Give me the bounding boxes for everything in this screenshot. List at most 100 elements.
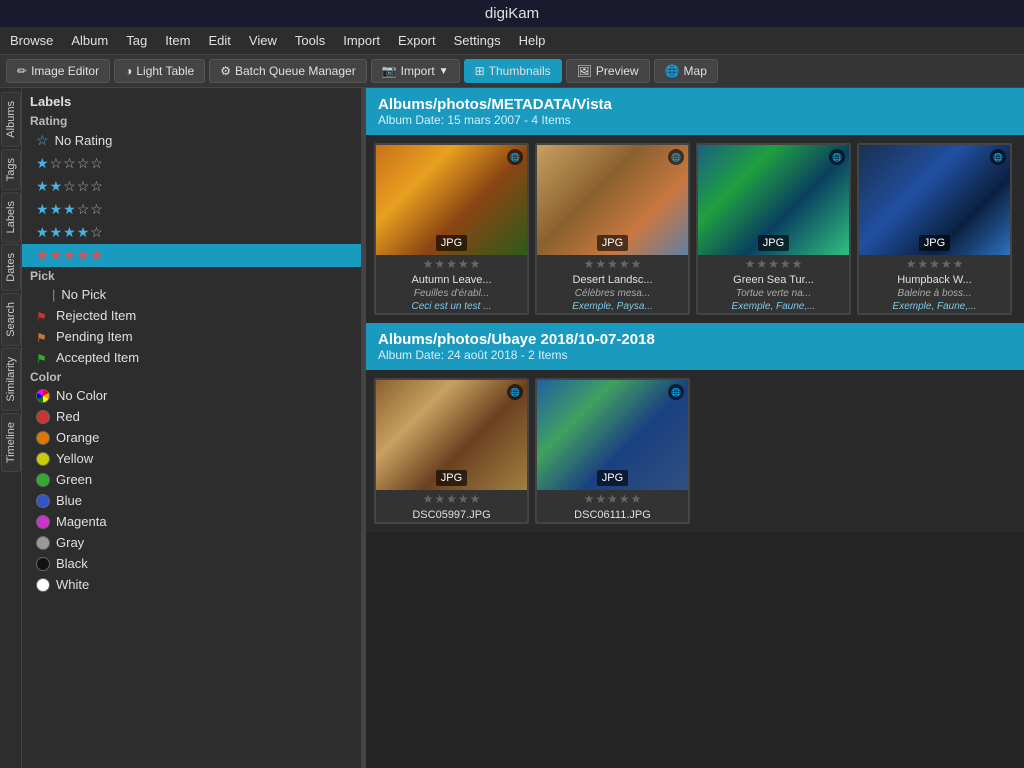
thumb-star-3: ★ (607, 492, 618, 506)
thumb-badge-bear: 🌐 (507, 384, 523, 400)
thumb-item-turtle[interactable]: 🌐JPG★★★★★Green Sea Tur...Tortue verte na… (696, 143, 851, 315)
star-icon-2: ★ (50, 201, 63, 218)
pick-item-rejected[interactable]: ⚑Rejected Item (22, 305, 361, 326)
thumbnails-button[interactable]: ⊞ Thumbnails (464, 59, 562, 83)
color-item-no-color[interactable]: No Color (22, 385, 361, 406)
thumb-item-autumn[interactable]: 🌐JPG★★★★★Autumn Leave...Feuilles d'érabl… (374, 143, 529, 315)
menu-item-edit[interactable]: Edit (208, 33, 230, 48)
thumb-star-5: ★ (792, 257, 803, 271)
map-button[interactable]: 🌐 Map (654, 59, 718, 83)
color-label-white: White (56, 577, 89, 592)
light-table-button[interactable]: ◑ Light Table (114, 59, 205, 83)
color-label: Color (22, 368, 361, 385)
thumb-title-desert: Desert Landsc... (537, 273, 688, 287)
import-icon: 📷 (382, 64, 397, 78)
rating-item-rating-5[interactable]: ★★★★★ (22, 244, 361, 267)
thumb-star-3: ★ (607, 257, 618, 271)
thumb-item-whale[interactable]: 🌐JPG★★★★★Humpback W...Baleine à boss...E… (857, 143, 1012, 315)
image-editor-button[interactable]: ✏ Image Editor (6, 59, 110, 83)
menu-item-export[interactable]: Export (398, 33, 436, 48)
color-item-orange[interactable]: Orange (22, 427, 361, 448)
sidebar-labels-title: Labels (22, 88, 361, 112)
menu-item-item[interactable]: Item (165, 33, 190, 48)
thumb-item-desert[interactable]: 🌐JPG★★★★★Desert Landsc...Célèbres mesa..… (535, 143, 690, 315)
import-button[interactable]: 📷 Import ▼ (371, 59, 460, 83)
thumb-star-2: ★ (917, 257, 928, 271)
color-swatch-no-color (36, 389, 50, 403)
pick-label-accepted: Accepted Item (56, 350, 139, 365)
thumb-badge-desert: 🌐 (668, 149, 684, 165)
stars-4: ★★★★☆ (36, 224, 103, 241)
pick-item-no-pick[interactable]: | No Pick (22, 284, 361, 305)
stars-1: ★☆☆☆☆ (36, 155, 103, 172)
menu-item-settings[interactable]: Settings (454, 33, 501, 48)
color-item-red[interactable]: Red (22, 406, 361, 427)
menu-item-tools[interactable]: Tools (295, 33, 325, 48)
content-area: Albums/photos/METADATA/Vista Album Date:… (366, 88, 1024, 768)
color-item-blue[interactable]: Blue (22, 490, 361, 511)
vtab-timeline[interactable]: Timeline (1, 413, 21, 472)
color-item-black[interactable]: Black (22, 553, 361, 574)
batch-queue-button[interactable]: ⚙ Batch Queue Manager (209, 59, 367, 83)
thumb-badge-turtle: 🌐 (829, 149, 845, 165)
color-item-magenta[interactable]: Magenta (22, 511, 361, 532)
album-header-vista[interactable]: Albums/photos/METADATA/Vista Album Date:… (366, 88, 1024, 135)
color-item-yellow[interactable]: Yellow (22, 448, 361, 469)
rating-items: ☆No Rating★☆☆☆☆★★☆☆☆★★★☆☆★★★★☆★★★★★ (22, 129, 361, 267)
rating-item-rating-2[interactable]: ★★☆☆☆ (22, 175, 361, 198)
menu-item-album[interactable]: Album (71, 33, 108, 48)
thumb-grid-ubaye: 🌐JPG★★★★★DSC05997.JPG🌐JPG★★★★★DSC06111.J… (366, 370, 1024, 532)
menu-item-import[interactable]: Import (343, 33, 380, 48)
rating-item-rating-1[interactable]: ★☆☆☆☆ (22, 152, 361, 175)
thumb-format-whale: JPG (919, 235, 950, 251)
color-item-white[interactable]: White (22, 574, 361, 595)
menu-item-view[interactable]: View (249, 33, 277, 48)
pick-label-no-pick: No Pick (61, 287, 106, 302)
no-rating-star-icon: ☆ (36, 132, 49, 149)
stars-5: ★★★★★ (36, 247, 103, 264)
vertical-tabs: AlbumsTagsLabelsDatesSearchSimilarityTim… (0, 88, 22, 768)
album-header-ubaye[interactable]: Albums/photos/Ubaye 2018/10-07-2018 Albu… (366, 323, 1024, 370)
thumb-subtitle-autumn: Feuilles d'érabl... (376, 287, 527, 300)
thumb-comment-turtle: Exemple, Faune,... (698, 300, 849, 313)
star-icon-4: ★ (77, 224, 90, 241)
star-icon-2: ☆ (50, 155, 63, 172)
thumb-item-bear[interactable]: 🌐JPG★★★★★DSC05997.JPG (374, 378, 529, 524)
color-swatch-gray (36, 536, 50, 550)
pick-item-accepted[interactable]: ⚑ Accepted Item (22, 347, 361, 368)
star-icon-1: ★ (36, 178, 49, 195)
thumb-comment-desert: Exemple, Paysa... (537, 300, 688, 313)
thumb-star-4: ★ (458, 492, 469, 506)
color-items: No ColorRedOrangeYellowGreenBlueMagentaG… (22, 385, 361, 595)
thumb-subtitle-desert: Célèbres mesa... (537, 287, 688, 300)
rating-item-no-rating[interactable]: ☆No Rating (22, 129, 361, 152)
star-icon-4: ★ (77, 247, 90, 264)
thumb-subtitle-turtle: Tortue verte na... (698, 287, 849, 300)
vtab-tags[interactable]: Tags (1, 149, 21, 190)
color-item-green[interactable]: Green (22, 469, 361, 490)
star-icon-3: ★ (63, 247, 76, 264)
menu-item-browse[interactable]: Browse (10, 33, 53, 48)
stars-3: ★★★☆☆ (36, 201, 103, 218)
thumb-star-5: ★ (470, 492, 481, 506)
menu-item-help[interactable]: Help (519, 33, 546, 48)
thumb-title-lake: DSC06111.JPG (537, 508, 688, 522)
color-swatch-green (36, 473, 50, 487)
flag-green-icon: ⚑ (36, 352, 50, 364)
vtab-labels[interactable]: Labels (1, 192, 21, 242)
rating-item-rating-4[interactable]: ★★★★☆ (22, 221, 361, 244)
thumb-image-lake: 🌐JPG (537, 380, 688, 490)
star-icon-1: ★ (36, 201, 49, 218)
vtab-albums[interactable]: Albums (1, 92, 21, 147)
vtab-similarity[interactable]: Similarity (1, 348, 21, 411)
main-layout: AlbumsTagsLabelsDatesSearchSimilarityTim… (0, 88, 1024, 768)
color-item-gray[interactable]: Gray (22, 532, 361, 553)
vtab-dates[interactable]: Dates (1, 244, 21, 291)
vtab-search[interactable]: Search (1, 293, 21, 346)
menu-item-tag[interactable]: Tag (126, 33, 147, 48)
preview-button[interactable]: 🖼 Preview (566, 59, 650, 83)
pick-item-pending[interactable]: ⚑Pending Item (22, 326, 361, 347)
album-title-ubaye: Albums/photos/Ubaye 2018/10-07-2018 (378, 331, 1012, 348)
thumb-item-lake[interactable]: 🌐JPG★★★★★DSC06111.JPG (535, 378, 690, 524)
rating-item-rating-3[interactable]: ★★★☆☆ (22, 198, 361, 221)
